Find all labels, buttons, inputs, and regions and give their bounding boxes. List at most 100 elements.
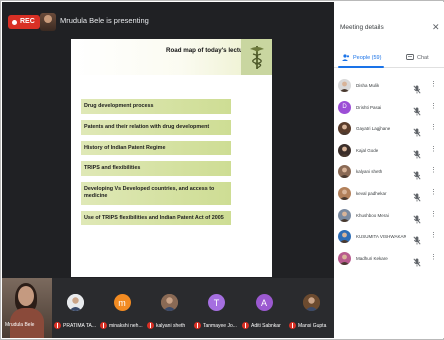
participant-row[interactable]: Kajal Gode ⋮ bbox=[334, 141, 444, 163]
participant-avatar bbox=[338, 165, 351, 179]
participant-tile[interactable]: A Aditi Sabnkar bbox=[240, 278, 287, 338]
tile-label: Mansi Gupta bbox=[289, 322, 326, 329]
meeting-details-panel: Meeting details ✕ People (59) Chat Disha… bbox=[334, 2, 444, 338]
more-options-icon[interactable]: ⋮ bbox=[430, 124, 437, 131]
participant-avatar bbox=[338, 230, 351, 244]
tab-people[interactable]: People (59) bbox=[342, 54, 381, 61]
close-icon[interactable]: ✕ bbox=[432, 22, 440, 33]
people-icon bbox=[342, 54, 350, 61]
tile-name: Mrudula Bele bbox=[5, 322, 35, 328]
participant-avatar bbox=[338, 79, 351, 92]
participant-row[interactable]: keval padhekar ⋮ bbox=[334, 184, 444, 206]
tab-chat[interactable]: Chat bbox=[406, 54, 429, 61]
slide-title: Road map of today's lecture bbox=[166, 47, 249, 54]
mic-muted-icon bbox=[147, 322, 154, 329]
more-options-icon[interactable]: ⋮ bbox=[430, 103, 437, 110]
participant-name: KUSUMITA VISHWAKAR... bbox=[356, 234, 406, 240]
agenda-item: Patents and their relation with drug dev… bbox=[81, 119, 231, 135]
participant-avatar: D bbox=[338, 100, 351, 114]
tab-people-label: People (59) bbox=[353, 54, 382, 61]
agenda-item: Developing Vs Developed countries, and a… bbox=[81, 182, 231, 205]
mic-off-icon[interactable] bbox=[413, 146, 421, 159]
top-bar: REC Mrudula Bele is presenting bbox=[2, 2, 334, 42]
participant-tile[interactable]: m minakshi neh... bbox=[98, 278, 145, 338]
self-video bbox=[2, 278, 52, 338]
tile-name: PRATIMA TA... bbox=[63, 322, 97, 329]
participant-row[interactable]: Khushboo Merai ⋮ bbox=[334, 206, 444, 228]
tile-name: kalyani sheth bbox=[156, 322, 186, 329]
meeting-stage: REC Mrudula Bele is presenting Road map … bbox=[2, 2, 334, 338]
participant-row[interactable]: KUSUMITA VISHWAKAR... ⋮ bbox=[334, 227, 444, 249]
participant-avatar bbox=[302, 294, 320, 311]
record-dot-icon bbox=[12, 19, 17, 25]
participant-name: Madhuri Kekare bbox=[356, 255, 388, 261]
more-options-icon[interactable]: ⋮ bbox=[430, 189, 437, 196]
mic-off-icon[interactable] bbox=[413, 254, 421, 267]
active-tab-indicator bbox=[338, 66, 384, 68]
people-list: Disha Mulik ⋮ D Drishti Pasai ⋮ Gayatri Lagjh… bbox=[334, 76, 444, 270]
more-options-icon[interactable]: ⋮ bbox=[430, 167, 437, 174]
participant-avatar bbox=[338, 251, 351, 265]
mic-muted-icon bbox=[54, 322, 61, 329]
agenda-item: History of Indian Patent Regime bbox=[81, 140, 231, 156]
tile-label: Mrudula Bele bbox=[5, 322, 34, 328]
mic-muted-icon bbox=[194, 322, 201, 329]
agenda-list: Drug development process Patents and the… bbox=[81, 99, 231, 231]
mic-off-icon[interactable] bbox=[413, 189, 421, 202]
more-options-icon[interactable]: ⋮ bbox=[430, 146, 437, 153]
participant-avatar: T bbox=[208, 294, 225, 311]
agenda-item: Use of TRIPS flexibilities and Indian Pa… bbox=[81, 210, 231, 226]
mic-off-icon[interactable] bbox=[413, 232, 421, 245]
agenda-item: Drug development process bbox=[81, 99, 231, 114]
more-options-icon[interactable]: ⋮ bbox=[430, 81, 437, 88]
participant-row[interactable]: Disha Mulik ⋮ bbox=[334, 76, 444, 98]
participant-name: kalyani sheth bbox=[356, 169, 383, 175]
participant-tile[interactable]: Mansi Gupta bbox=[287, 278, 334, 338]
tile-name: minakshi neh... bbox=[109, 322, 143, 329]
participant-tile[interactable]: PRATIMA TA... bbox=[52, 278, 98, 338]
presenting-status: Mrudula Bele is presenting bbox=[60, 16, 149, 25]
presentation-slide: Road map of today's lecture Drug develop… bbox=[71, 39, 272, 277]
participant-tile-self[interactable]: Mrudula Bele bbox=[2, 278, 52, 338]
tile-name: Tanmayee Jo... bbox=[203, 322, 237, 329]
mic-off-icon[interactable] bbox=[413, 81, 421, 94]
slide-header: Road map of today's lecture bbox=[71, 39, 272, 75]
participant-row[interactable]: Gayatri Lagjhane ⋮ bbox=[334, 119, 444, 141]
participant-avatar bbox=[338, 186, 351, 200]
participant-name: keval padhekar bbox=[356, 190, 387, 196]
mic-off-icon[interactable] bbox=[413, 124, 421, 137]
agenda-item: TRIPS and flexibilities bbox=[81, 161, 231, 176]
more-options-icon[interactable]: ⋮ bbox=[430, 232, 437, 239]
participant-name: Gayatri Lagjhane bbox=[356, 126, 391, 132]
participant-name: Kajal Gode bbox=[356, 147, 379, 153]
participant-name: Khushboo Merai bbox=[356, 212, 389, 218]
tile-name: Mansi Gupta bbox=[298, 322, 327, 329]
meet-window: REC Mrudula Bele is presenting Road map … bbox=[0, 0, 444, 340]
participant-name: Drishti Pasai bbox=[356, 104, 382, 110]
more-options-icon[interactable]: ⋮ bbox=[430, 211, 437, 218]
tile-label: Aditi Sabnkar bbox=[242, 322, 281, 329]
participant-avatar: A bbox=[255, 294, 273, 311]
participant-avatar bbox=[338, 122, 351, 136]
mic-off-icon[interactable] bbox=[413, 211, 421, 224]
participant-row[interactable]: Madhuri Kekare ⋮ bbox=[334, 249, 444, 271]
participant-strip: Mrudula Bele PRATIMA TA... m minakshi ne… bbox=[2, 278, 334, 338]
participant-tile[interactable]: kalyani sheth bbox=[145, 278, 192, 338]
mic-muted-icon bbox=[289, 322, 296, 329]
tile-label: PRATIMA TA... bbox=[54, 322, 96, 329]
tab-chat-label: Chat bbox=[417, 54, 429, 61]
tile-label: Tanmayee Jo... bbox=[194, 322, 237, 329]
mic-off-icon[interactable] bbox=[413, 103, 421, 116]
participant-avatar bbox=[338, 143, 351, 157]
participant-avatar bbox=[67, 294, 84, 311]
tile-name: Aditi Sabnkar bbox=[251, 322, 281, 329]
participant-tile[interactable]: T Tanmayee Jo... bbox=[192, 278, 240, 338]
more-options-icon[interactable]: ⋮ bbox=[430, 254, 437, 261]
mic-off-icon[interactable] bbox=[413, 167, 421, 180]
rec-label: REC bbox=[20, 18, 35, 25]
participant-avatar: m bbox=[113, 294, 131, 311]
participant-row[interactable]: kalyani sheth ⋮ bbox=[334, 162, 444, 184]
participant-name: Disha Mulik bbox=[356, 83, 380, 88]
caduceus-logo-icon bbox=[241, 39, 272, 75]
participant-row[interactable]: D Drishti Pasai ⋮ bbox=[334, 98, 444, 120]
